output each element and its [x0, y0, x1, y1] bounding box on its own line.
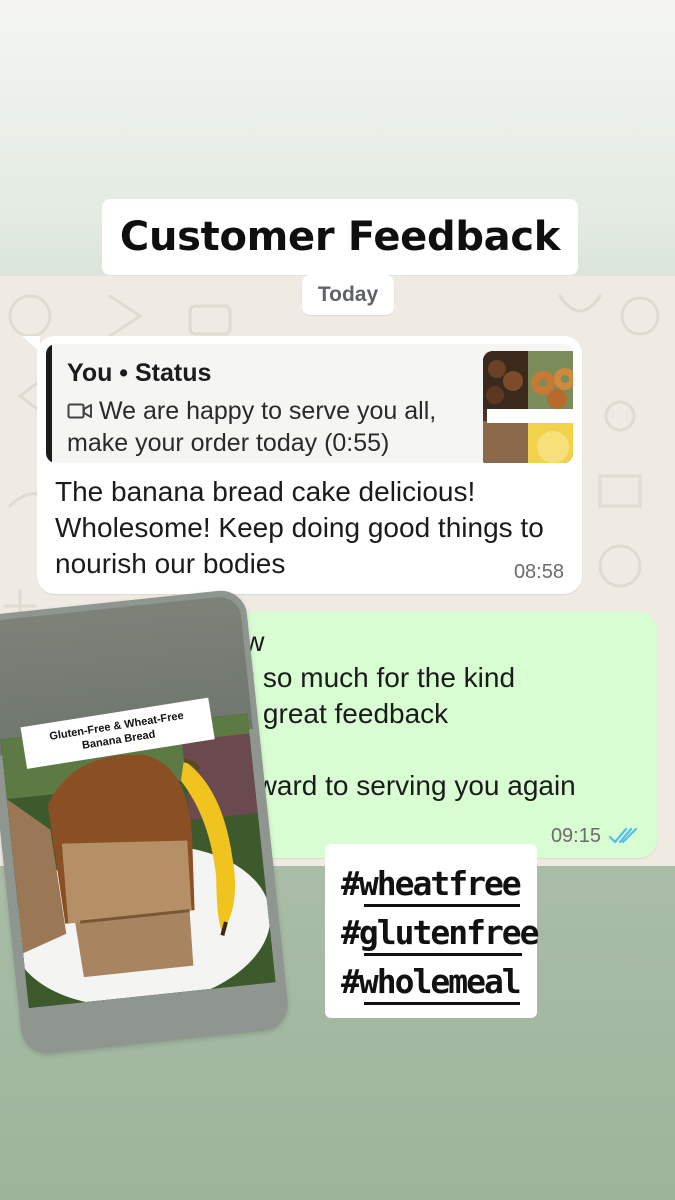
- quote-text-line1: We are happy to serve you all,: [67, 397, 436, 426]
- date-divider: Today: [302, 275, 394, 315]
- hashtag-underline: [364, 904, 520, 907]
- hashtag-wheatfree[interactable]: #wheatfree: [341, 864, 522, 903]
- quote-text-1: We are happy to serve you all,: [99, 397, 437, 425]
- quote-accent-bar: [46, 344, 52, 463]
- hashtag-underline: [364, 1002, 520, 1005]
- hashtag-underline: [364, 953, 522, 956]
- outgoing-message-time: 09:15: [550, 825, 601, 847]
- video-icon: [67, 403, 92, 419]
- incoming-message-time: 08:58: [513, 561, 564, 583]
- quote-text-line2: make your order today (0:55): [67, 429, 390, 457]
- pastries-thumbnail-image: [483, 351, 573, 463]
- status-thumbnail[interactable]: [483, 351, 573, 463]
- title-banner: Customer Feedback: [102, 199, 578, 275]
- status-reply-quote[interactable]: You • Status We are happy to serve you a…: [46, 344, 573, 463]
- hashtag-glutenfree[interactable]: #glutenfree: [341, 913, 540, 952]
- banana-bread-photo-card[interactable]: Gluten-Free & Wheat-Free Banana Bread: [0, 588, 291, 1056]
- outgoing-message-bubble[interactable]: ww ou so much for the kind nd great feed…: [220, 612, 657, 858]
- date-divider-label: Today: [317, 283, 379, 306]
- page-title: Customer Feedback: [119, 214, 561, 260]
- incoming-message-text: The banana bread cake delicious! Wholeso…: [55, 476, 544, 579]
- hashtag-wholemeal[interactable]: #wholemeal: [341, 962, 522, 1001]
- outgoing-text-line4: forward to serving you again: [224, 770, 576, 801]
- hashtags-box: #wheatfree #glutenfree #wholemeal: [325, 844, 540, 1018]
- incoming-message-bubble[interactable]: You • Status We are happy to serve you a…: [37, 336, 582, 594]
- outgoing-text-line2: ou so much for the kind: [224, 662, 516, 693]
- double-check-read-icon: [609, 827, 638, 844]
- quote-author: You • Status: [67, 359, 212, 387]
